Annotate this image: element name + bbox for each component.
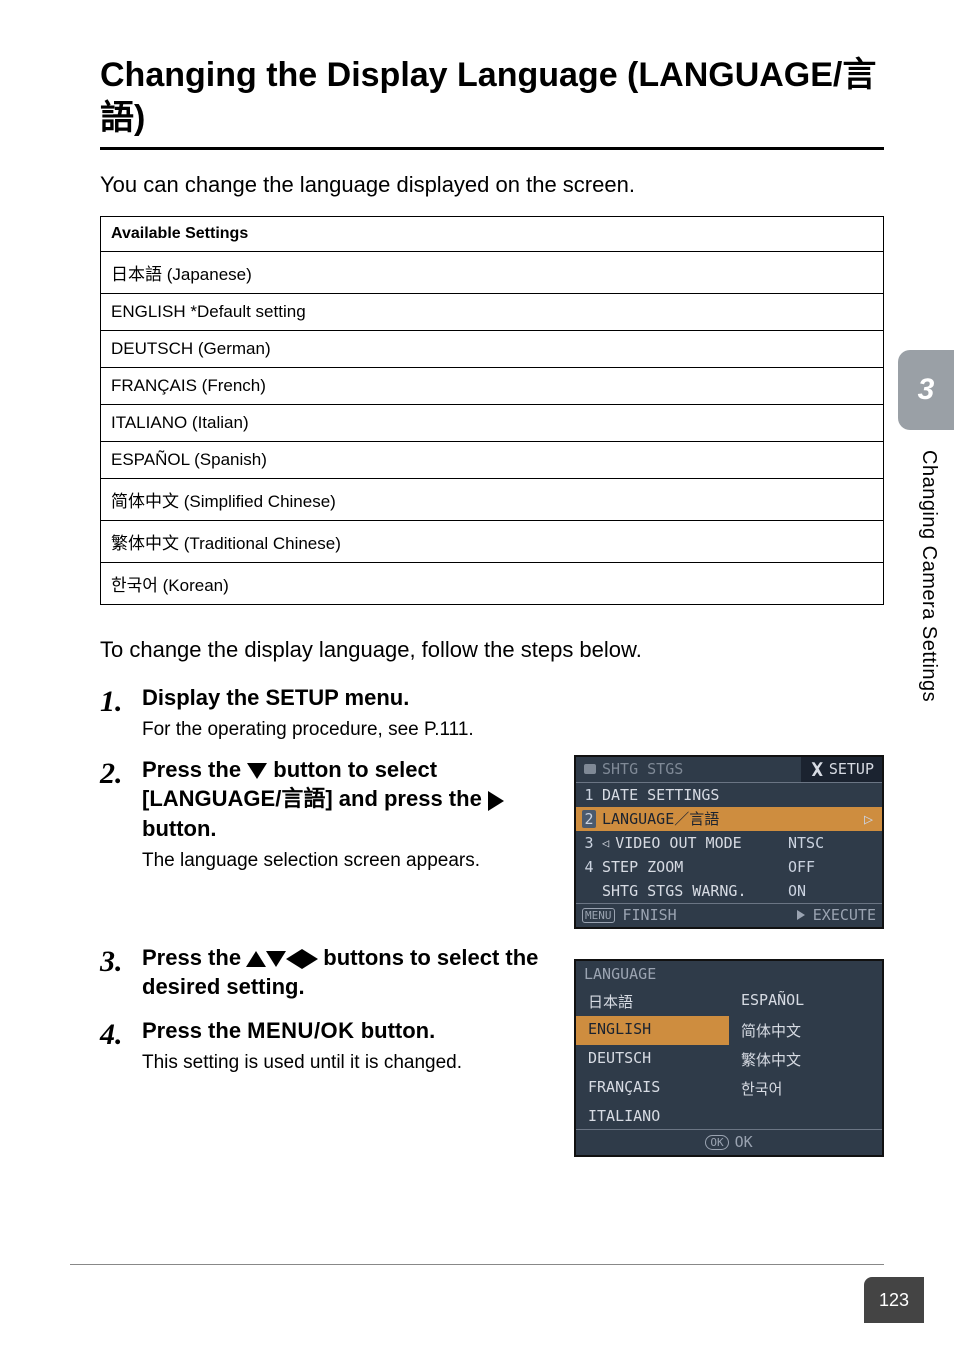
menu-row-selected: 2 LANGUAGE／言語 ▷ <box>576 807 882 831</box>
left-arrow-icon <box>286 949 302 969</box>
step-2: 2. Press the button to select [LANGUAGE/… <box>100 755 884 929</box>
setup-menu-screenshot: SHTG STGS SETUP 1 DATE SETTINGS <box>574 755 884 929</box>
row-index: 4 <box>582 858 596 876</box>
step-number: 4. <box>100 1016 142 1074</box>
step-1: 1. Display the SETUP menu. For the opera… <box>100 683 884 741</box>
chevron-right-icon <box>797 910 805 920</box>
steps-list: 1. Display the SETUP menu. For the opera… <box>100 683 884 1157</box>
row-value: OFF <box>788 858 858 876</box>
step-title-fragment: Press the <box>142 945 247 970</box>
lang-option: 简体中文 <box>729 1016 882 1045</box>
menu-ok-label: MENU/OK <box>247 1018 354 1043</box>
row-index: 1 <box>582 786 596 804</box>
lang-option: 日本語 <box>576 987 729 1016</box>
right-arrow-icon <box>488 791 504 811</box>
step-title: Press the buttons to select the desired … <box>142 943 556 1002</box>
step-title-fragment: button. <box>142 816 217 841</box>
chapter-number: 3 <box>918 373 935 407</box>
right-arrow-icon <box>302 949 318 969</box>
step-title: Press the MENU/OK button. <box>142 1016 556 1046</box>
lead-text: You can change the language displayed on… <box>100 172 884 198</box>
step-subtext: This setting is used until it is changed… <box>142 1052 556 1074</box>
chevron-right-icon: ▷ <box>864 810 876 828</box>
camera-icon <box>584 764 596 774</box>
chapter-chip: 3 <box>898 350 954 430</box>
settings-row: ITALIANO (Italian) <box>101 405 883 442</box>
step-title: Display the SETUP menu. <box>142 683 884 713</box>
ok-label: OK <box>735 1133 753 1151</box>
settings-row: ESPAÑOL (Spanish) <box>101 442 883 479</box>
up-arrow-icon <box>246 951 266 967</box>
lang-option: ESPAÑOL <box>729 987 882 1016</box>
settings-header: Available Settings <box>101 217 883 252</box>
title-rule <box>100 147 884 150</box>
step-number: 2. <box>100 755 142 929</box>
page-number: 123 <box>864 1277 924 1323</box>
menu-row: SHTG STGS WARNG. ON <box>576 879 882 903</box>
footer-rule <box>70 1264 884 1265</box>
row-value: ON <box>788 882 858 900</box>
step-title-fragment: button. <box>361 1018 436 1043</box>
step-subtext: The language selection screen appears. <box>142 850 556 872</box>
side-tab: 3 Changing Camera Settings <box>898 350 954 950</box>
ok-button-icon: OK <box>705 1135 728 1150</box>
footer-label: FINISH <box>623 906 677 924</box>
row-label: VIDEO OUT MODE <box>615 834 782 852</box>
step-title: Press the button to select [LANGUAGE/言語]… <box>142 755 556 844</box>
lang-option: DEUTSCH <box>576 1045 729 1074</box>
settings-row: 简体中文 (Simplified Chinese) <box>101 479 883 521</box>
tab-label: SHTG STGS <box>602 760 683 778</box>
body-text: To change the display language, follow t… <box>100 637 884 663</box>
step-subtext: For the operating procedure, see P.111. <box>142 719 884 741</box>
tab-label: SETUP <box>829 760 874 778</box>
footer-label: EXECUTE <box>813 906 876 924</box>
available-settings-table: Available Settings 日本語 (Japanese) ENGLIS… <box>100 216 884 605</box>
settings-row: DEUTSCH (German) <box>101 331 883 368</box>
settings-row: 日本語 (Japanese) <box>101 252 883 294</box>
page-title: Changing the Display Language (LANGUAGE/… <box>100 54 884 139</box>
settings-row: 繁体中文 (Traditional Chinese) <box>101 521 883 563</box>
row-label: SHTG STGS WARNG. <box>602 882 782 900</box>
menu-button-label: MENU <box>582 908 615 923</box>
chevron-left-icon: ◁ <box>602 836 609 850</box>
row-index: 3 <box>582 834 596 852</box>
lang-option: 繁体中文 <box>729 1045 882 1074</box>
settings-row: 한국어 (Korean) <box>101 563 883 604</box>
menu-row: 3 ◁ VIDEO OUT MODE NTSC <box>576 831 882 855</box>
lang-option: ITALIANO <box>576 1103 729 1129</box>
row-index: 2 <box>582 810 596 828</box>
settings-row: ENGLISH *Default setting <box>101 294 883 331</box>
side-label: Changing Camera Settings <box>917 450 940 702</box>
down-arrow-icon <box>266 951 286 967</box>
row-label: STEP ZOOM <box>602 858 782 876</box>
step-number: 1. <box>100 683 142 741</box>
step-3: 3. Press the buttons to select t <box>100 943 884 1157</box>
menu-row: 4 STEP ZOOM OFF <box>576 855 882 879</box>
language-select-screenshot: LANGUAGE 日本語 ESPAÑOL ENGLISH 简体中文 DEUTSC… <box>574 959 884 1157</box>
lang-option-selected: ENGLISH <box>576 1016 729 1045</box>
wrench-icon <box>809 762 823 776</box>
row-value: NTSC <box>788 834 858 852</box>
step-title-fragment: Press the <box>142 757 247 782</box>
row-label: DATE SETTINGS <box>602 786 782 804</box>
lcd-header: LANGUAGE <box>576 961 882 987</box>
lang-option: 한국어 <box>729 1074 882 1103</box>
menu-row: 1 DATE SETTINGS <box>576 783 882 807</box>
row-label: LANGUAGE／言語 <box>602 808 782 829</box>
down-arrow-icon <box>247 763 267 779</box>
settings-row: FRANÇAIS (French) <box>101 368 883 405</box>
lang-option <box>729 1103 882 1129</box>
step-4: 4. Press the MENU/OK button. This settin… <box>100 1016 556 1074</box>
lang-option: FRANÇAIS <box>576 1074 729 1103</box>
step-title-fragment: Press the <box>142 1018 247 1043</box>
